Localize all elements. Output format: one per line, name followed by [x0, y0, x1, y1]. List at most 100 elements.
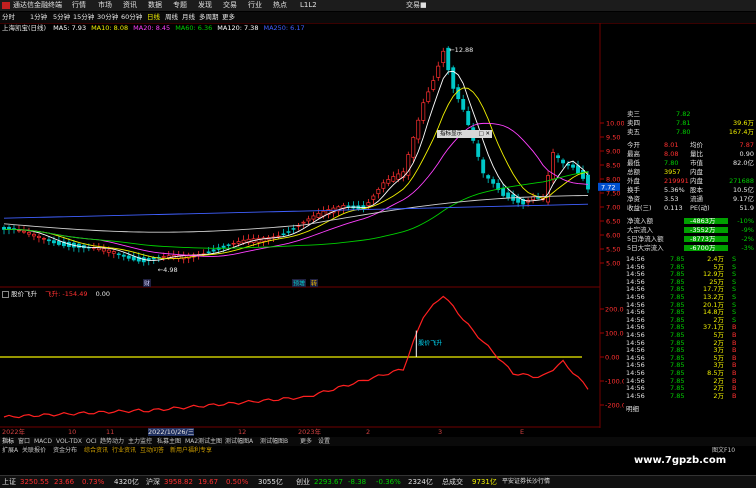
info-tab[interactable]: 关联报价	[22, 446, 46, 455]
info-tab[interactable]: 互动问答	[140, 446, 164, 455]
index-amount: 2324亿	[408, 478, 433, 486]
level-code: L1L2	[300, 1, 317, 9]
indicator-tab[interactable]: 趋势动力	[100, 437, 124, 446]
ask-price: 7.82	[676, 110, 691, 118]
menu-hq[interactable]: 行情	[72, 1, 86, 10]
indicator-tab[interactable]: 测试主图	[198, 437, 222, 446]
stat-label: 最高	[627, 150, 640, 158]
candle-body	[546, 175, 551, 203]
period-15min[interactable]: 15分钟	[73, 13, 94, 22]
price-tick-label: 6.50	[606, 218, 620, 226]
stat-value: 8.01	[664, 141, 679, 149]
candle-body	[101, 248, 106, 252]
period-5min[interactable]: 5分钟	[53, 13, 70, 22]
flow-value: -6700万	[690, 244, 716, 252]
info-tab[interactable]: 行业资讯	[112, 446, 136, 455]
stat-value: 0.113	[664, 204, 683, 212]
period-more[interactable]: 更多	[222, 13, 235, 22]
candle-body	[426, 91, 431, 102]
indicator-zero-value: 0.00	[95, 290, 111, 298]
ask-price: 7.81	[676, 119, 691, 127]
status-bar: 上证 3250.55 23.66 0.73% 4320亿 沪深 3958.82 19.67 0.…	[0, 475, 756, 488]
stat-label: 最低	[627, 159, 640, 167]
stat-row: 收益(三) 0.113 PE(动) 51.9	[624, 204, 756, 212]
popup-close-icon[interactable]: □ ✕	[478, 130, 490, 138]
candle-body	[381, 182, 386, 189]
candle-body	[306, 218, 311, 222]
kline-chart[interactable]: 10.009.509.008.508.007.507.006.506.005.5…	[0, 23, 624, 428]
price-tick-label: 6.00	[606, 232, 620, 240]
ask-row: 卖五 7.80 167.4万	[624, 128, 756, 136]
indicator-tab[interactable]: 主力监控	[128, 437, 152, 446]
detail-tab[interactable]: 明细	[626, 403, 639, 413]
candle-body	[281, 233, 286, 236]
info-tab[interactable]: 新用户福利专享	[170, 446, 212, 455]
menu-market[interactable]: 市场	[98, 1, 112, 10]
period-fenshi[interactable]: 分时	[2, 13, 15, 22]
candle-body	[456, 87, 461, 100]
tick-row: 14:56 7.85 2万 B	[624, 392, 756, 400]
period-30min[interactable]: 30分钟	[97, 13, 118, 22]
period-daily[interactable]: 日线	[147, 13, 160, 22]
candle-body	[461, 99, 466, 110]
candle-body	[421, 102, 426, 121]
stat-row: 最低 7.80 市值 82.0亿	[624, 159, 756, 167]
info-tab[interactable]: 扩展A	[2, 446, 18, 455]
trade-button[interactable]: 交易■	[406, 1, 427, 10]
period-1min[interactable]: 1分钟	[30, 13, 47, 22]
candle-body	[56, 240, 61, 245]
candle-body	[96, 247, 101, 251]
period-60min[interactable]: 60分钟	[121, 13, 142, 22]
low-label: ←4.98	[158, 266, 178, 274]
info-tab[interactable]: 资金分布	[53, 446, 77, 455]
candle-body	[506, 192, 511, 199]
indicator-tab[interactable]: VOL-TDX	[56, 437, 82, 446]
index-change: 19.67	[198, 478, 219, 486]
index-name[interactable]: 创业	[296, 477, 310, 487]
indicator-tab[interactable]: MACD	[34, 437, 52, 446]
f10-tab[interactable]: 图文F10	[712, 446, 735, 455]
info-tab[interactable]: 综合资讯	[84, 446, 108, 455]
stat-label: 市值	[690, 159, 703, 167]
period-monthly[interactable]: 月线	[182, 13, 195, 22]
period-multi[interactable]: 多周期	[199, 13, 219, 22]
indicator-header: 股价飞升 飞升: -154.49 0.00	[2, 290, 110, 299]
menu-data[interactable]: 数据	[148, 1, 162, 10]
candle-body	[311, 215, 316, 220]
indicator-tab[interactable]: 设置	[318, 437, 330, 446]
candle-body	[301, 221, 306, 224]
indicator-tab[interactable]: 测试幅图B	[260, 437, 288, 446]
x-axis-label: 10	[68, 428, 77, 436]
ma120-line	[3, 195, 589, 233]
tick-time: 14:56	[626, 391, 645, 400]
quote-panel: 卖三 7.82 卖四 7.81 39.6万 卖五 7.80 167.4万 今开 8.01 均价 7.8…	[624, 110, 756, 430]
index-name[interactable]: 沪深	[146, 477, 160, 487]
stat-label: 流通	[690, 195, 703, 203]
indicator-tab[interactable]: 窗口	[18, 437, 30, 446]
indicator-tab[interactable]: 更多	[300, 437, 312, 446]
candle-body	[221, 245, 226, 248]
indicator-tab[interactable]: OCI	[86, 437, 97, 446]
candle-body	[551, 152, 556, 180]
period-weekly[interactable]: 周线	[165, 13, 178, 22]
stat-row: 最高 8.08 量比 0.90	[624, 150, 756, 158]
menu-topic[interactable]: 专题	[173, 1, 187, 10]
indicator-tab[interactable]: MA2	[185, 437, 198, 446]
menu-discover[interactable]: 发现	[198, 1, 212, 10]
menu-news[interactable]: 资讯	[123, 1, 137, 10]
menu-hot[interactable]: 热点	[273, 1, 287, 10]
ask-volume: 167.4万	[728, 128, 754, 136]
watermark: www.7gpzb.com	[634, 455, 727, 466]
indicator-tab[interactable]: 私募主图	[157, 437, 181, 446]
indicator-popup[interactable]: 指标显示 □ ✕	[437, 130, 492, 138]
menu-industry[interactable]: 行业	[248, 1, 262, 10]
candle-body	[41, 238, 46, 240]
candle-body	[211, 249, 216, 252]
candle-body	[436, 65, 441, 78]
indicator-tab[interactable]: 测试幅图A	[225, 437, 253, 446]
index-name[interactable]: 上证	[2, 477, 16, 487]
indicator-tab[interactable]: 指标	[2, 437, 14, 446]
candle-body	[111, 251, 116, 254]
menu-trade[interactable]: 交易	[223, 1, 237, 10]
title-bar: 通达信金融终端 行情 市场 资讯 数据 专题 发现 交易 行业 热点 L1L2 …	[0, 0, 756, 11]
